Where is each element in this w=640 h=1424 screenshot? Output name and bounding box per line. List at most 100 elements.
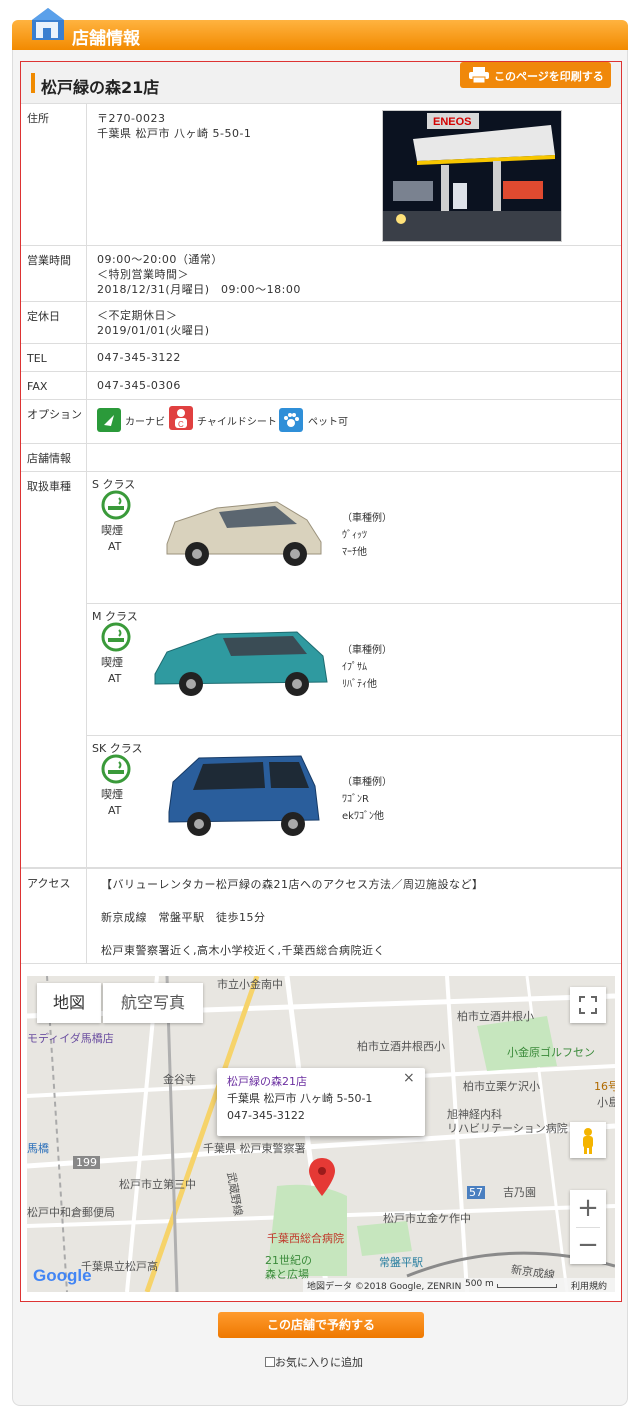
car-image-m-class xyxy=(154,631,328,696)
address-line: 千葉県 松戸市 八ヶ崎 5-50-1 xyxy=(97,127,252,140)
access-label: アクセス xyxy=(21,869,87,963)
vehicle-label: 取扱車種 xyxy=(21,472,87,867)
map-label: 松戸市立第三中 xyxy=(119,1178,196,1191)
map-label: 199 xyxy=(73,1156,100,1169)
fax-row: FAX 047-345-0306 xyxy=(21,372,621,400)
closed-value: ＜不定期休日＞ 2019/01/01(火曜日) xyxy=(97,308,209,338)
satellite-tab[interactable]: 航空写真 xyxy=(103,983,203,1023)
access-line: 松戸東警察署近く,高木小学校近く,千葉西総合病院近く xyxy=(101,944,385,957)
hours-value: 09:00～20:00（通常） ＜特別営業時間＞ 2018/12/31(月曜日)… xyxy=(97,252,301,297)
smoking-icon xyxy=(101,754,131,784)
smoking-label: 喫煙 xyxy=(101,524,123,537)
option-label: カーナビ xyxy=(125,417,165,428)
store-info-label: 店舗情報 xyxy=(21,444,87,471)
hours-line: ＜特別営業時間＞ xyxy=(97,268,189,281)
store-title-bar: 松戸緑の森21店 このページを印刷する xyxy=(21,62,621,104)
map-terms-link[interactable]: 利用規約 xyxy=(571,1279,607,1292)
map-footer: 地図データ ©2018 Google, ZENRIN 500 m 利用規約 xyxy=(303,1278,615,1292)
address-label: 住所 xyxy=(21,104,87,245)
reserve-button[interactable]: この店舗で予約する xyxy=(218,1312,424,1338)
vehicle-row: 取扱車種 S クラス 喫煙 AT （車種例） ｳﾞｨｯﾂ ﾏｰﾁ他 M クラス … xyxy=(21,472,621,868)
gas-station-image: ENEOS xyxy=(383,111,561,241)
map-label: 松戸市立金ケ作中 xyxy=(383,1212,471,1225)
info-tel: 047-345-3122 xyxy=(227,1109,305,1122)
scale-bar xyxy=(497,1284,557,1288)
map-info-window: 松戸緑の森21店 千葉県 松戸市 八ヶ崎 5-50-1 047-345-3122… xyxy=(217,1068,425,1136)
examples-title: （車種例） xyxy=(342,777,392,788)
store-info-page: 店舗情報 松戸緑の森21店 このページを印刷する 住所 〒270-0023 千葉… xyxy=(0,0,640,1424)
tel-label: TEL xyxy=(21,344,87,371)
access-row: アクセス 【バリューレンタカー松戸緑の森21店へのアクセス方法／周辺施設など】 … xyxy=(21,868,621,964)
svg-text:ENEOS: ENEOS xyxy=(433,116,472,128)
closed-line: ＜不定期休日＞ xyxy=(97,309,178,322)
store-info-row: 店舗情報 xyxy=(21,444,621,472)
zoom-out-icon[interactable]: − xyxy=(570,1228,606,1264)
zoom-controls: + − xyxy=(570,1190,606,1264)
map-label: 千葉県 松戸東警察署 xyxy=(203,1142,306,1155)
hours-label: 営業時間 xyxy=(21,246,87,301)
page-title: 店舗情報 xyxy=(72,29,140,49)
vehicle-class-block: S クラス 喫煙 AT （車種例） ｳﾞｨｯﾂ ﾏｰﾁ他 xyxy=(87,472,621,604)
shop-house-icon xyxy=(32,8,64,40)
map-pin-icon[interactable] xyxy=(309,1158,335,1196)
examples-title: （車種例） xyxy=(342,513,392,524)
postal-code: 〒270-0023 xyxy=(97,112,166,125)
svg-text:C: C xyxy=(178,420,184,429)
map-attribution: 地図データ ©2018 Google, ZENRIN xyxy=(307,1282,462,1292)
car-image-s-class xyxy=(166,501,322,566)
map-label: 松戸中和倉郵便局 xyxy=(27,1206,115,1219)
hours-line: 09:00～20:00（通常） xyxy=(97,253,223,266)
page-header: 店舗情報 xyxy=(12,8,628,50)
map-label: 57 xyxy=(467,1186,485,1199)
car-navigation-icon xyxy=(97,408,121,432)
map-label: 小島 xyxy=(597,1096,615,1109)
tel-value[interactable]: 047-345-3122 xyxy=(97,350,181,365)
example-model: ｲﾌﾟｻﾑ xyxy=(342,662,367,673)
map-label: 柏市立栗ケ沢小 xyxy=(463,1080,540,1093)
map-label: モディイダ馬橋店 xyxy=(27,1032,114,1045)
fullscreen-icon[interactable] xyxy=(570,987,606,1023)
access-line: 【バリューレンタカー松戸緑の森21店へのアクセス方法／周辺施設など】 xyxy=(101,878,484,891)
closed-row: 定休日 ＜不定期休日＞ 2019/01/01(火曜日) xyxy=(21,302,621,344)
print-button[interactable]: このページを印刷する xyxy=(460,62,611,88)
access-line: 新京成線 常盤平駅 徒歩15分 xyxy=(101,911,266,924)
example-model: ｳﾞｨｯﾂ xyxy=(342,530,367,541)
map-label: 柏市立酒井根西小 xyxy=(357,1040,445,1053)
store-map[interactable]: 地図 航空写真 + − 松戸緑の森21店 千葉県 松戸市 八ヶ崎 5-50-1 … xyxy=(27,976,615,1292)
fax-value: 047-345-0306 xyxy=(97,379,181,392)
options-label: オプション xyxy=(21,400,87,443)
close-icon[interactable]: × xyxy=(403,1070,415,1087)
street-view-pegman-icon[interactable] xyxy=(570,1122,606,1158)
favorite-checkbox[interactable] xyxy=(265,1357,275,1367)
map-label: 吉乃園 xyxy=(503,1186,536,1199)
smoking-label: 喫煙 xyxy=(101,788,123,801)
info-address: 千葉県 松戸市 八ヶ崎 5-50-1 xyxy=(227,1092,373,1105)
pet-paw-icon xyxy=(279,408,303,432)
zoom-in-icon[interactable]: + xyxy=(570,1190,606,1226)
map-label: 千葉県立松戸高 xyxy=(81,1260,158,1273)
map-label: 16号 xyxy=(594,1080,615,1093)
examples-title: （車種例） xyxy=(342,645,392,656)
example-model: ﾏｰﾁ他 xyxy=(342,547,367,558)
favorite-toggle[interactable]: お気に入りに追加 xyxy=(265,1354,363,1370)
vehicle-class-block: SK クラス 喫煙 AT （車種例） ﾜｺﾞﾝR ekﾜｺﾞﾝ他 xyxy=(87,736,621,868)
map-label: 金谷寺 xyxy=(163,1073,196,1086)
closed-label: 定休日 xyxy=(21,302,87,343)
vehicle-examples: （車種例） ｲﾌﾟｻﾑ ﾘﾊﾞﾃｨ他 xyxy=(342,642,392,693)
smoking-icon xyxy=(101,622,131,652)
access-value: 【バリューレンタカー松戸緑の森21店へのアクセス方法／周辺施設など】 新京成線 … xyxy=(101,877,483,958)
map-label: 柏市立酒井根小 xyxy=(457,1010,534,1023)
smoking-icon xyxy=(101,490,131,520)
options-row: オプション カーナビ C チャイルドシート ペット可 xyxy=(21,400,621,444)
car-image-sk-class xyxy=(168,755,320,836)
vehicle-class-block: M クラス 喫煙 AT （車種例） ｲﾌﾟｻﾑ ﾘﾊﾞﾃｨ他 xyxy=(87,604,621,736)
map-tab[interactable]: 地図 xyxy=(37,983,101,1023)
option-label: チャイルドシート xyxy=(197,417,277,428)
google-logo: Google xyxy=(33,1266,92,1285)
address-value: 〒270-0023 千葉県 松戸市 八ヶ崎 5-50-1 xyxy=(97,111,251,141)
smoking-label: 喫煙 xyxy=(101,656,123,669)
favorite-label: お気に入りに追加 xyxy=(275,1356,363,1369)
transmission-label: AT xyxy=(108,804,122,817)
map-label: 千葉西総合病院 xyxy=(267,1232,344,1245)
store-name: 松戸緑の森21店 xyxy=(41,78,160,97)
